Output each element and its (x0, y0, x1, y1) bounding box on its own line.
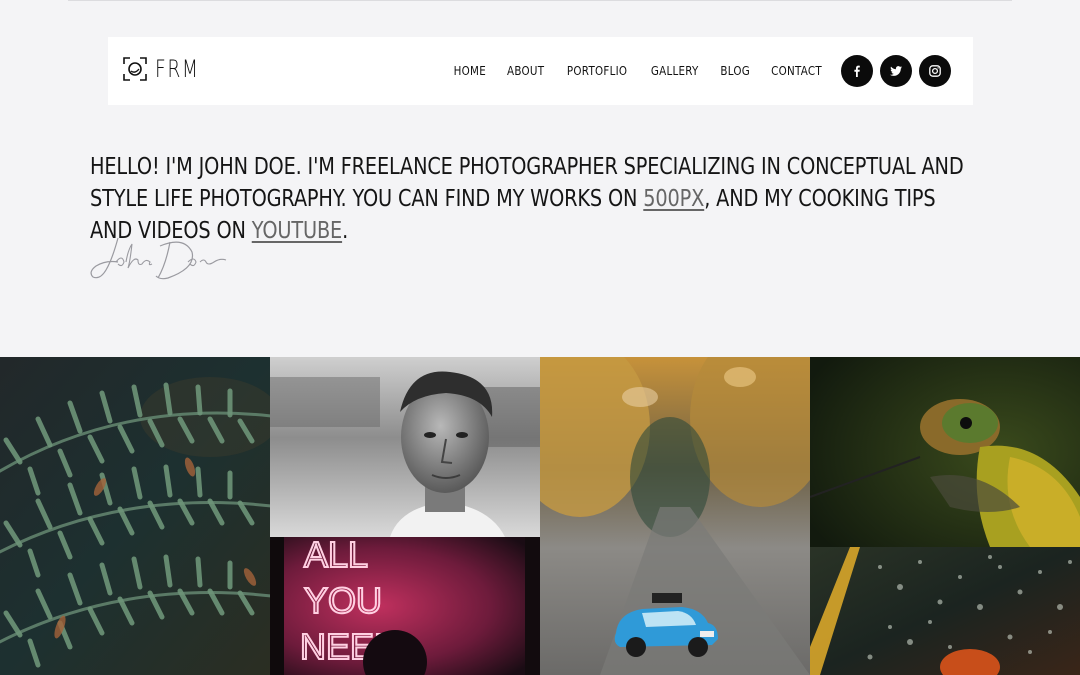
instagram-icon (929, 65, 941, 77)
nav-gallery[interactable]: GALLERY (651, 64, 699, 78)
nav-blog[interactable]: BLOG (720, 64, 750, 78)
gallery-photo-hummingbird[interactable] (810, 357, 1080, 547)
nav-about[interactable]: ABOUT (507, 64, 544, 78)
logo-text: FRM (155, 55, 200, 83)
gallery-photo-raindrops[interactable] (810, 547, 1080, 675)
gallery-photo-toy-car[interactable] (540, 357, 810, 675)
logo[interactable]: FRM (123, 55, 212, 83)
social-links (841, 55, 951, 87)
facebook-button[interactable] (841, 55, 873, 87)
nav-contact[interactable]: CONTACT (771, 64, 822, 78)
camera-logo-icon (123, 57, 147, 81)
neon-line-1: ALL (304, 537, 368, 575)
twitter-icon (890, 66, 902, 76)
gallery-photo-neon-sign[interactable]: ALL YOU NEED (270, 537, 540, 675)
500px-link[interactable]: 500PX (643, 186, 704, 212)
intro-text-end: . (342, 218, 349, 244)
youtube-link[interactable]: YOUTUBE (252, 218, 342, 244)
navbar: FRM HOME ABOUT PORTOFLIO GALLERY BLOG CO… (108, 37, 973, 105)
facebook-icon (854, 65, 860, 77)
gallery-photo-fern[interactable] (0, 357, 270, 675)
photo-gallery: ALL YOU NEED (0, 357, 1080, 675)
signature-image (88, 232, 228, 290)
nav-portfolio[interactable]: PORTOFLIO (567, 64, 627, 78)
nav-home[interactable]: HOME (454, 64, 486, 78)
instagram-button[interactable] (919, 55, 951, 87)
twitter-button[interactable] (880, 55, 912, 87)
gallery-photo-portrait[interactable] (270, 357, 540, 537)
neon-line-2: YOU (304, 580, 382, 621)
top-divider (68, 0, 1012, 1)
main-menu: HOME ABOUT PORTOFLIO GALLERY BLOG CONTAC… (451, 37, 826, 105)
